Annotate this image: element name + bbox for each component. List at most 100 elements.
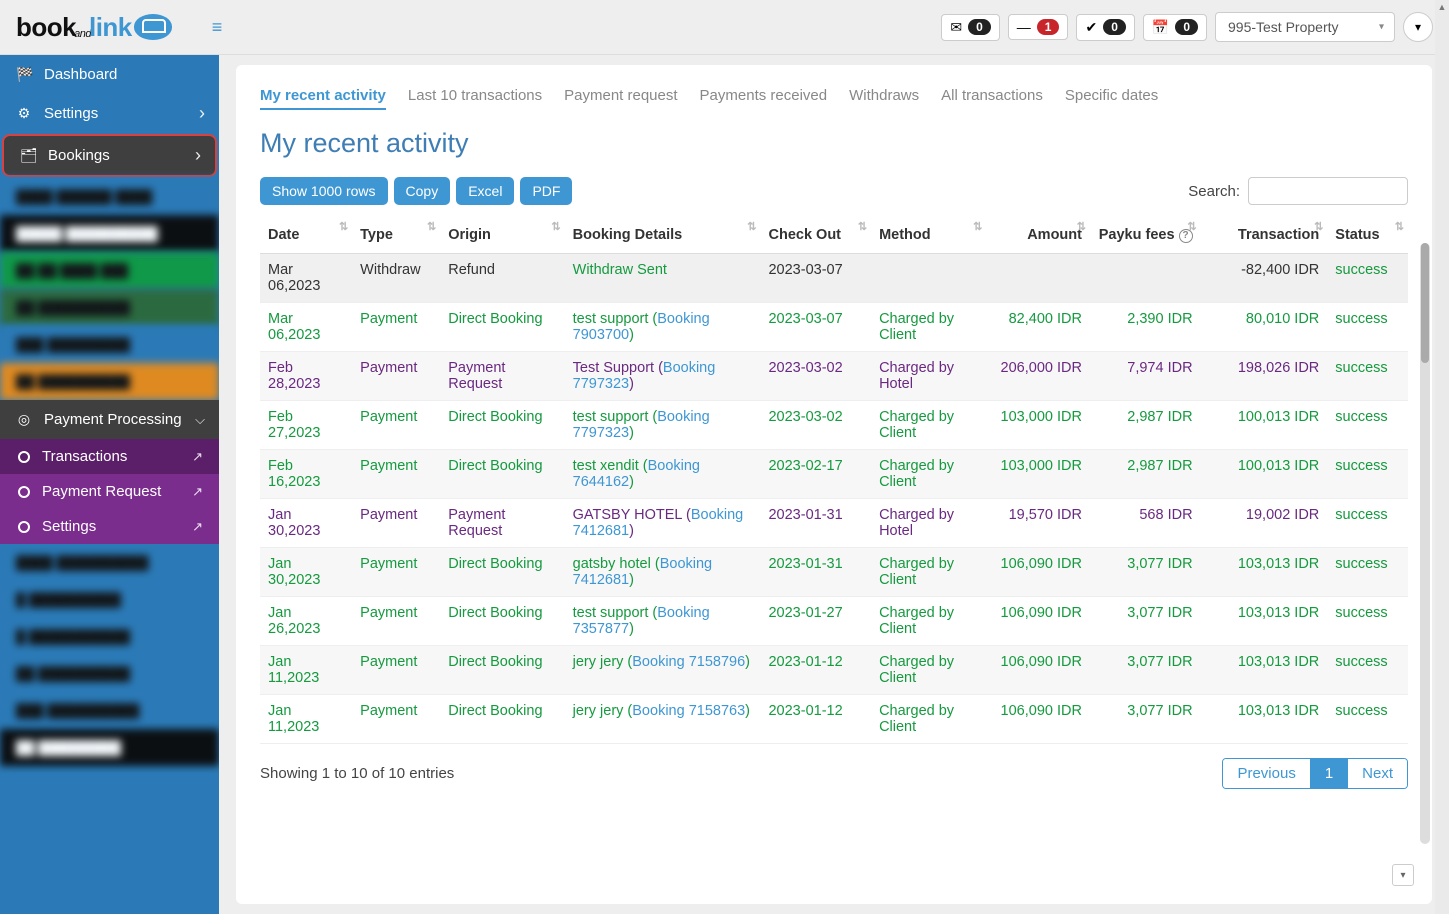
pager-next-button[interactable]: Next	[1348, 759, 1407, 788]
pager-page-button[interactable]: 1	[1311, 759, 1348, 788]
tab-alltrans[interactable]: All transactions	[941, 87, 1043, 110]
search-input[interactable]	[1248, 177, 1408, 205]
table-cell: 2023-01-31	[760, 548, 871, 597]
inbox-badge-button[interactable]: ✉ 0	[941, 14, 999, 41]
table-cell: Jan 26,2023	[260, 597, 352, 646]
sort-icon: ⇅	[858, 223, 867, 231]
sidebar-item-blurred[interactable]: ███ █████████	[0, 326, 219, 363]
sidebar-item-blurred[interactable]: ████ ██████████	[0, 544, 219, 581]
booking-link[interactable]: Booking 7158763	[632, 703, 745, 719]
sidebar-item-blurred[interactable]: █████ ██████████	[0, 215, 219, 252]
table-cell	[986, 254, 1090, 303]
sidebar-item-blurred[interactable]: ██ █████████	[0, 729, 219, 766]
table-cell: 2023-03-02	[760, 352, 871, 401]
table-row[interactable]: Feb 28,2023PaymentPayment RequestTest Su…	[260, 352, 1408, 401]
table-row[interactable]: Jan 26,2023PaymentDirect Bookingtest sup…	[260, 597, 1408, 646]
transactions-table: Date⇅ Type⇅ Origin⇅ Booking Details⇅ Che…	[260, 217, 1408, 744]
table-row[interactable]: Mar 06,2023WithdrawRefundWithdraw Sent20…	[260, 254, 1408, 303]
window-scrollbar[interactable]: ▲	[1435, 0, 1449, 914]
sort-icon: ⇅	[1395, 223, 1404, 231]
corner-dropdown-button[interactable]: ▾	[1392, 864, 1414, 886]
table-row[interactable]: Jan 11,2023PaymentDirect Bookingjery jer…	[260, 695, 1408, 744]
copy-button[interactable]: Copy	[394, 177, 451, 205]
sidebar-item-dashboard[interactable]: 🏁 Dashboard	[0, 55, 219, 94]
tab-withdraws[interactable]: Withdraws	[849, 87, 919, 110]
table-cell: Direct Booking	[440, 401, 564, 450]
sort-icon: ⇅	[551, 223, 560, 231]
sidebar-item-payment-processing[interactable]: ◎ Payment Processing	[0, 400, 219, 439]
menu-toggle-icon[interactable]: ≡	[212, 17, 223, 38]
col-origin[interactable]: Origin⇅	[440, 217, 564, 254]
table-row[interactable]: Feb 16,2023PaymentDirect Bookingtest xen…	[260, 450, 1408, 499]
minus-badge-button[interactable]: — 1	[1008, 14, 1069, 40]
table-cell: Direct Booking	[440, 646, 564, 695]
main: My recent activity Last 10 transactions …	[219, 55, 1449, 914]
sidebar-item-settings[interactable]: ⚙ Settings	[0, 94, 219, 133]
table-cell: Payment	[352, 646, 440, 695]
table-cell: 2023-03-07	[760, 303, 871, 352]
table-cell: Feb 16,2023	[260, 450, 352, 499]
booking-link[interactable]: Booking 7158796	[632, 654, 745, 670]
user-menu-button[interactable]: ▾	[1403, 12, 1433, 42]
table-cell: Payment	[352, 401, 440, 450]
col-transaction[interactable]: Transaction⇅	[1201, 217, 1328, 254]
property-select-value: 995-Test Property	[1228, 19, 1339, 35]
sidebar-item-blurred[interactable]: ████ ██████ ████	[0, 178, 219, 215]
table-row[interactable]: Jan 30,2023PaymentDirect Bookinggatsby h…	[260, 548, 1408, 597]
table-cell: Mar 06,2023	[260, 303, 352, 352]
col-method[interactable]: Method⇅	[871, 217, 986, 254]
table-cell: success	[1327, 303, 1408, 352]
table-cell: 19,570 IDR	[986, 499, 1090, 548]
table-cell: Jan 30,2023	[260, 499, 352, 548]
table-cell: Refund	[440, 254, 564, 303]
col-checkout[interactable]: Check Out⇅	[760, 217, 871, 254]
table-cell: jery jery (Booking 7158796)	[565, 646, 761, 695]
tab-last10[interactable]: Last 10 transactions	[408, 87, 542, 110]
table-row[interactable]: Jan 11,2023PaymentDirect Bookingjery jer…	[260, 646, 1408, 695]
sidebar-item-blurred[interactable]: ██ ██████████	[0, 363, 219, 400]
show-1000-button[interactable]: Show 1000 rows	[260, 177, 388, 205]
sidebar-item-blurred[interactable]: ██ ██ ████ ███	[0, 252, 219, 289]
sidebar-item-bookings[interactable]: 🗂 Bookings	[2, 134, 217, 177]
chevron-down-icon: ▾	[1400, 870, 1405, 881]
sidebar-sub-settings[interactable]: Settings ↗	[0, 509, 219, 544]
table-cell: success	[1327, 254, 1408, 303]
table-cell: 80,010 IDR	[1201, 303, 1328, 352]
pdf-button[interactable]: PDF	[520, 177, 572, 205]
tab-payrec[interactable]: Payments received	[700, 87, 828, 110]
col-type[interactable]: Type⇅	[352, 217, 440, 254]
table-cell: Charged by Client	[871, 646, 986, 695]
gear-icon: ⚙	[16, 105, 32, 122]
sidebar-item-blurred[interactable]: ██ ██████████	[0, 289, 219, 326]
table-cell: test xendit (Booking 7644162)	[565, 450, 761, 499]
col-details[interactable]: Booking Details⇅	[565, 217, 761, 254]
check-badge-button[interactable]: ✔ 0	[1076, 14, 1134, 41]
table-row[interactable]: Jan 30,2023PaymentPayment RequestGATSBY …	[260, 499, 1408, 548]
table-row[interactable]: Mar 06,2023PaymentDirect Bookingtest sup…	[260, 303, 1408, 352]
sidebar-item-blurred[interactable]: ███ ██████████	[0, 692, 219, 729]
table-cell: 106,090 IDR	[986, 646, 1090, 695]
tab-payreq[interactable]: Payment request	[564, 87, 677, 110]
sidebar: 🏁 Dashboard ⚙ Settings 🗂 Bookings ████ █…	[0, 55, 219, 914]
calendar-badge-button[interactable]: 📅 0	[1143, 14, 1207, 41]
property-select[interactable]: 995-Test Property	[1215, 12, 1395, 42]
col-status[interactable]: Status⇅	[1327, 217, 1408, 254]
sidebar-item-blurred[interactable]: █ ███████████	[0, 618, 219, 655]
tab-dates[interactable]: Specific dates	[1065, 87, 1158, 110]
col-amount[interactable]: Amount⇅	[986, 217, 1090, 254]
table-cell: Jan 11,2023	[260, 695, 352, 744]
excel-button[interactable]: Excel	[456, 177, 514, 205]
sidebar-sub-transactions[interactable]: Transactions ↗	[0, 439, 219, 474]
sidebar-item-blurred[interactable]: █ ██████████	[0, 581, 219, 618]
scrollbar[interactable]	[1420, 243, 1430, 844]
pager-prev-button[interactable]: Previous	[1223, 759, 1310, 788]
table-container[interactable]: Date⇅ Type⇅ Origin⇅ Booking Details⇅ Che…	[260, 217, 1408, 815]
table-cell: 103,013 IDR	[1201, 597, 1328, 646]
col-fees[interactable]: Payku fees ?⇅	[1090, 217, 1201, 254]
tab-recent[interactable]: My recent activity	[260, 87, 386, 110]
sidebar-sub-payment-request[interactable]: Payment Request ↗	[0, 474, 219, 509]
sidebar-item-blurred[interactable]: ██ ██████████	[0, 655, 219, 692]
col-date[interactable]: Date⇅	[260, 217, 352, 254]
table-cell: 82,400 IDR	[986, 303, 1090, 352]
table-row[interactable]: Feb 27,2023PaymentDirect Bookingtest sup…	[260, 401, 1408, 450]
